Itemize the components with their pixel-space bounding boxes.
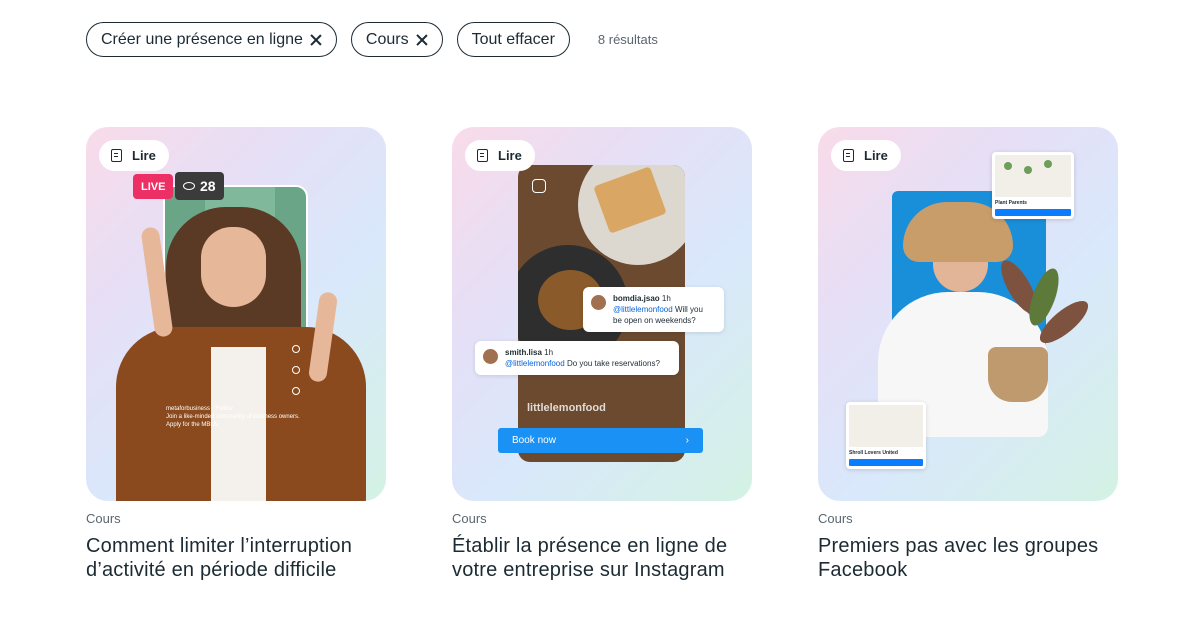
- filter-chip-label: Cours: [365, 30, 409, 48]
- comment-user: bomdia.jsao: [613, 294, 660, 303]
- book-now-label: Book now: [512, 435, 556, 446]
- card-category: Cours: [818, 511, 853, 526]
- read-badge-label: Lire: [132, 148, 156, 163]
- read-badge: Lire: [99, 140, 169, 171]
- document-icon: [111, 149, 122, 162]
- shop-card: Shroll Lovers United: [846, 402, 926, 469]
- shop-button: [995, 209, 1071, 216]
- shop-name: Shroll Lovers United: [849, 450, 898, 456]
- share-icon: [292, 387, 300, 395]
- clear-all-button[interactable]: Tout effacer: [456, 22, 570, 57]
- filter-chip-label: Créer une présence en ligne: [101, 30, 303, 48]
- card-title[interactable]: Établir la présence en ligne de votre en…: [452, 534, 752, 582]
- filter-chip-online-presence[interactable]: Créer une présence en ligne: [86, 22, 337, 57]
- read-badge-label: Lire: [498, 148, 522, 163]
- close-icon[interactable]: [310, 34, 322, 46]
- account-handle: littlelemonfood: [527, 402, 606, 414]
- shop-button: [849, 459, 923, 466]
- viewer-count-value: 28: [200, 178, 216, 194]
- close-icon[interactable]: [416, 34, 428, 46]
- comment-user: smith.lisa: [505, 348, 542, 357]
- card-title[interactable]: Premiers pas avec les groupes Facebook: [818, 534, 1118, 582]
- plant-pot: [988, 347, 1048, 402]
- read-badge: Lire: [831, 140, 901, 171]
- comment-bubble: bomdia.jsao 1h @littlelemonfood Will you…: [583, 287, 724, 332]
- comment-text: Do you take reservations?: [566, 359, 660, 368]
- read-badge: Lire: [465, 140, 535, 171]
- eye-icon: [183, 182, 195, 190]
- shop-name: Plant Parents: [995, 200, 1027, 206]
- comment-bubble: smith.lisa 1h @littlelemonfood Do you ta…: [475, 341, 679, 375]
- chevron-right-icon: ›: [685, 435, 689, 446]
- filter-chip-cours[interactable]: Cours: [350, 22, 443, 57]
- reaction-icons: [292, 345, 304, 408]
- card-category: Cours: [86, 511, 121, 526]
- reels-icon: [532, 179, 546, 193]
- live-badge: LIVE: [133, 174, 174, 199]
- heart-icon: [292, 345, 300, 353]
- avatar: [483, 349, 498, 364]
- account-name: metaforbusiness: [166, 406, 211, 412]
- document-icon: [843, 149, 854, 162]
- comment-time: 1h: [544, 348, 554, 357]
- comment-tag: @littlelemonfood: [613, 305, 673, 314]
- filter-bar: Créer une présence en ligne Cours Tout e…: [86, 22, 658, 57]
- card-thumbnail[interactable]: Lire bomdia.jsao 1h @littlelemonfood Wil…: [452, 127, 752, 501]
- caption-text: Join a like-minded community of business…: [166, 414, 300, 428]
- shop-card: Plant Parents: [992, 152, 1074, 219]
- card-title[interactable]: Comment limiter l’interruption d’activit…: [86, 534, 386, 582]
- comment-tag: @littlelemonfood: [505, 359, 565, 368]
- comment-time: 1h: [661, 294, 671, 303]
- course-card[interactable]: Lire LIVE 28 metaforbusiness · Follow Jo…: [86, 127, 386, 582]
- results-count: 8 résultats: [597, 32, 658, 47]
- live-caption: metaforbusiness · Follow Join a like-min…: [166, 406, 300, 428]
- book-now-button: Book now ›: [498, 428, 703, 453]
- comment-icon: [292, 366, 300, 374]
- course-card[interactable]: Lire Plant Parents Shroll Lovers United …: [818, 127, 1118, 582]
- document-icon: [477, 149, 488, 162]
- viewer-count: 28: [175, 172, 224, 200]
- avatar: [591, 295, 606, 310]
- course-card[interactable]: Lire bomdia.jsao 1h @littlelemonfood Wil…: [452, 127, 752, 582]
- read-badge-label: Lire: [864, 148, 888, 163]
- card-thumbnail[interactable]: Lire LIVE 28 metaforbusiness · Follow Jo…: [86, 127, 386, 501]
- card-thumbnail[interactable]: Lire Plant Parents Shroll Lovers United: [818, 127, 1118, 501]
- face-shape: [201, 227, 266, 307]
- follow-label: Follow: [215, 406, 233, 412]
- card-category: Cours: [452, 511, 487, 526]
